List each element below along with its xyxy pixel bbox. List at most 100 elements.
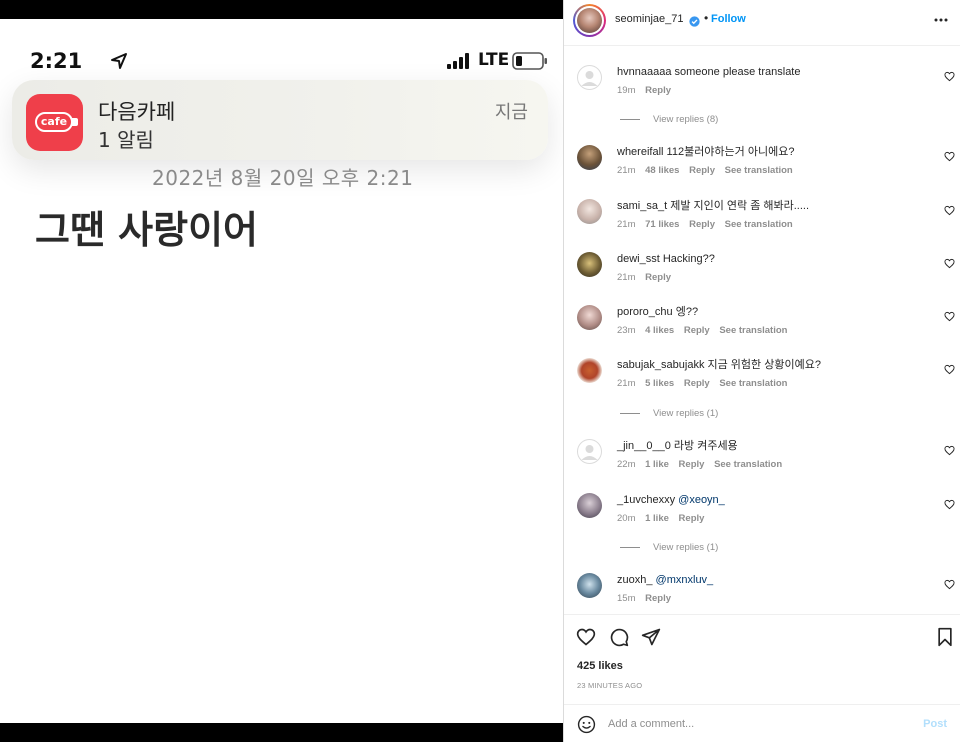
comment-time[interactable]: 23m xyxy=(617,325,635,336)
comment-mention[interactable]: @xeoyn_ xyxy=(678,494,725,506)
comment-text: Hacking?? xyxy=(662,253,715,265)
comment-text: 라방 켜주세용 xyxy=(673,440,738,452)
cafe-logo-text: cafe xyxy=(35,112,73,132)
reply-button[interactable]: Reply xyxy=(645,593,671,604)
comment-body: sabujak_sabujakk 지금 위험한 상황이예요? xyxy=(617,358,937,372)
avatar[interactable] xyxy=(577,493,602,518)
author-username[interactable]: seominjae_71 xyxy=(615,13,684,25)
avatar[interactable] xyxy=(577,358,602,383)
comment-time[interactable]: 20m xyxy=(617,513,635,524)
comment-meta: 21m 71 likes Reply See translation xyxy=(617,219,800,230)
heart-icon[interactable] xyxy=(576,627,596,652)
comment-likes[interactable]: 5 likes xyxy=(645,378,674,389)
comment-username[interactable]: sami_sa_t xyxy=(617,200,667,212)
comments-list[interactable]: hvnnaaaaa someone please translate 19m R… xyxy=(564,47,960,614)
comment-username[interactable]: dewi_sst xyxy=(617,253,660,265)
reply-button[interactable]: Reply xyxy=(689,165,715,176)
heart-icon[interactable] xyxy=(944,203,955,221)
comment-username[interactable]: sabujak_sabujakk xyxy=(617,359,704,371)
comment-meta: 21m 48 likes Reply See translation xyxy=(617,165,800,176)
reply-button[interactable]: Reply xyxy=(645,272,671,283)
comment-time[interactable]: 22m xyxy=(617,459,635,470)
see-translation-button[interactable]: See translation xyxy=(725,219,793,230)
post-timestamp[interactable]: 23 MINUTES AGO xyxy=(577,681,642,690)
see-translation-button[interactable]: See translation xyxy=(719,325,787,336)
comment-username[interactable]: hvnnaaaaa xyxy=(617,66,671,78)
add-comment-input[interactable] xyxy=(608,714,908,734)
avatar[interactable] xyxy=(577,65,602,90)
push-notification: cafe 다음카페 1 알림 지금 xyxy=(12,80,548,160)
comment-time[interactable]: 21m xyxy=(617,272,635,283)
comment-likes[interactable]: 1 like xyxy=(645,459,669,470)
view-replies-label: View replies (8) xyxy=(653,114,719,125)
heart-icon[interactable] xyxy=(944,309,955,327)
comment-time[interactable]: 21m xyxy=(617,219,635,230)
bookmark-icon[interactable] xyxy=(936,627,954,652)
heart-icon[interactable] xyxy=(944,497,955,515)
avatar[interactable] xyxy=(577,199,602,224)
reply-button[interactable]: Reply xyxy=(689,219,715,230)
message-text: 그땐 사랑이어 xyxy=(35,208,258,252)
avatar[interactable] xyxy=(577,252,602,277)
comment-meta: 15m Reply xyxy=(617,593,678,604)
verified-icon xyxy=(689,14,700,32)
share-icon[interactable] xyxy=(641,627,661,652)
comment-body: zuoxh_ @mxnxluv_ xyxy=(617,573,937,587)
likes-count[interactable]: 425 likes xyxy=(577,660,623,672)
reply-button[interactable]: Reply xyxy=(684,378,710,389)
avatar[interactable] xyxy=(577,573,602,598)
heart-icon[interactable] xyxy=(944,577,955,595)
comment-likes[interactable]: 1 like xyxy=(645,513,669,524)
comment-time[interactable]: 21m xyxy=(617,378,635,389)
emoji-icon[interactable] xyxy=(577,715,596,739)
reply-button[interactable]: Reply xyxy=(679,513,705,524)
add-comment-bar: Post xyxy=(564,704,960,742)
follow-button[interactable]: Follow xyxy=(711,13,746,25)
more-icon[interactable] xyxy=(933,12,949,33)
comment-time[interactable]: 19m xyxy=(617,85,635,96)
see-translation-button[interactable]: See translation xyxy=(719,378,787,389)
heart-icon[interactable] xyxy=(944,362,955,380)
comment-username[interactable]: zuoxh_ xyxy=(617,574,652,586)
reply-button[interactable]: Reply xyxy=(645,85,671,96)
post-comment-button[interactable]: Post xyxy=(923,718,947,730)
comment-time[interactable]: 21m xyxy=(617,165,635,176)
view-replies-button[interactable]: View replies (8) xyxy=(620,114,718,125)
comment-username[interactable]: pororo_chu xyxy=(617,306,673,318)
comment-likes[interactable]: 71 likes xyxy=(645,219,679,230)
comment-mention[interactable]: @mxnxluv_ xyxy=(656,574,714,586)
heart-icon[interactable] xyxy=(944,256,955,274)
reply-button[interactable]: Reply xyxy=(684,325,710,336)
comment-likes[interactable]: 48 likes xyxy=(645,165,679,176)
author-avatar[interactable] xyxy=(573,4,606,37)
comment-time[interactable]: 15m xyxy=(617,593,635,604)
comment-likes[interactable]: 4 likes xyxy=(645,325,674,336)
location-arrow-icon xyxy=(110,52,128,75)
comment-icon[interactable] xyxy=(609,627,629,652)
post-header: seominjae_71 • Follow xyxy=(564,0,960,46)
status-time: 2:21 xyxy=(30,49,83,73)
avatar[interactable] xyxy=(577,439,602,464)
avatar[interactable] xyxy=(577,305,602,330)
notification-app-name: 다음카페 xyxy=(98,100,176,124)
phone-status-bar: 2:21 LTE xyxy=(30,49,550,75)
comment-username[interactable]: whereifall xyxy=(617,146,663,158)
post-actions: 425 likes 23 MINUTES AGO xyxy=(564,614,960,704)
heart-icon[interactable] xyxy=(944,149,955,167)
comment-body: _jin__0__0 라방 켜주세용 xyxy=(617,439,937,453)
heart-icon[interactable] xyxy=(944,443,955,461)
see-translation-button[interactable]: See translation xyxy=(714,459,782,470)
letterbox-top xyxy=(0,0,563,19)
see-translation-button[interactable]: See translation xyxy=(725,165,793,176)
view-replies-button[interactable]: View replies (1) xyxy=(620,408,718,419)
comment-username[interactable]: _1uvchexxy xyxy=(617,494,675,506)
message-dateline: 2022년 8월 20일 오후 2:21 xyxy=(152,166,414,190)
post-sidebar: seominjae_71 • Follow hvnnaaaaa someone … xyxy=(563,0,960,742)
view-replies-button[interactable]: View replies (1) xyxy=(620,542,718,553)
avatar[interactable] xyxy=(577,145,602,170)
view-replies-label: View replies (1) xyxy=(653,408,719,419)
comment-username[interactable]: _jin__0__0 xyxy=(617,440,671,452)
heart-icon[interactable] xyxy=(944,69,955,87)
reply-button[interactable]: Reply xyxy=(679,459,705,470)
comment-meta: 22m 1 like Reply See translation xyxy=(617,459,789,470)
